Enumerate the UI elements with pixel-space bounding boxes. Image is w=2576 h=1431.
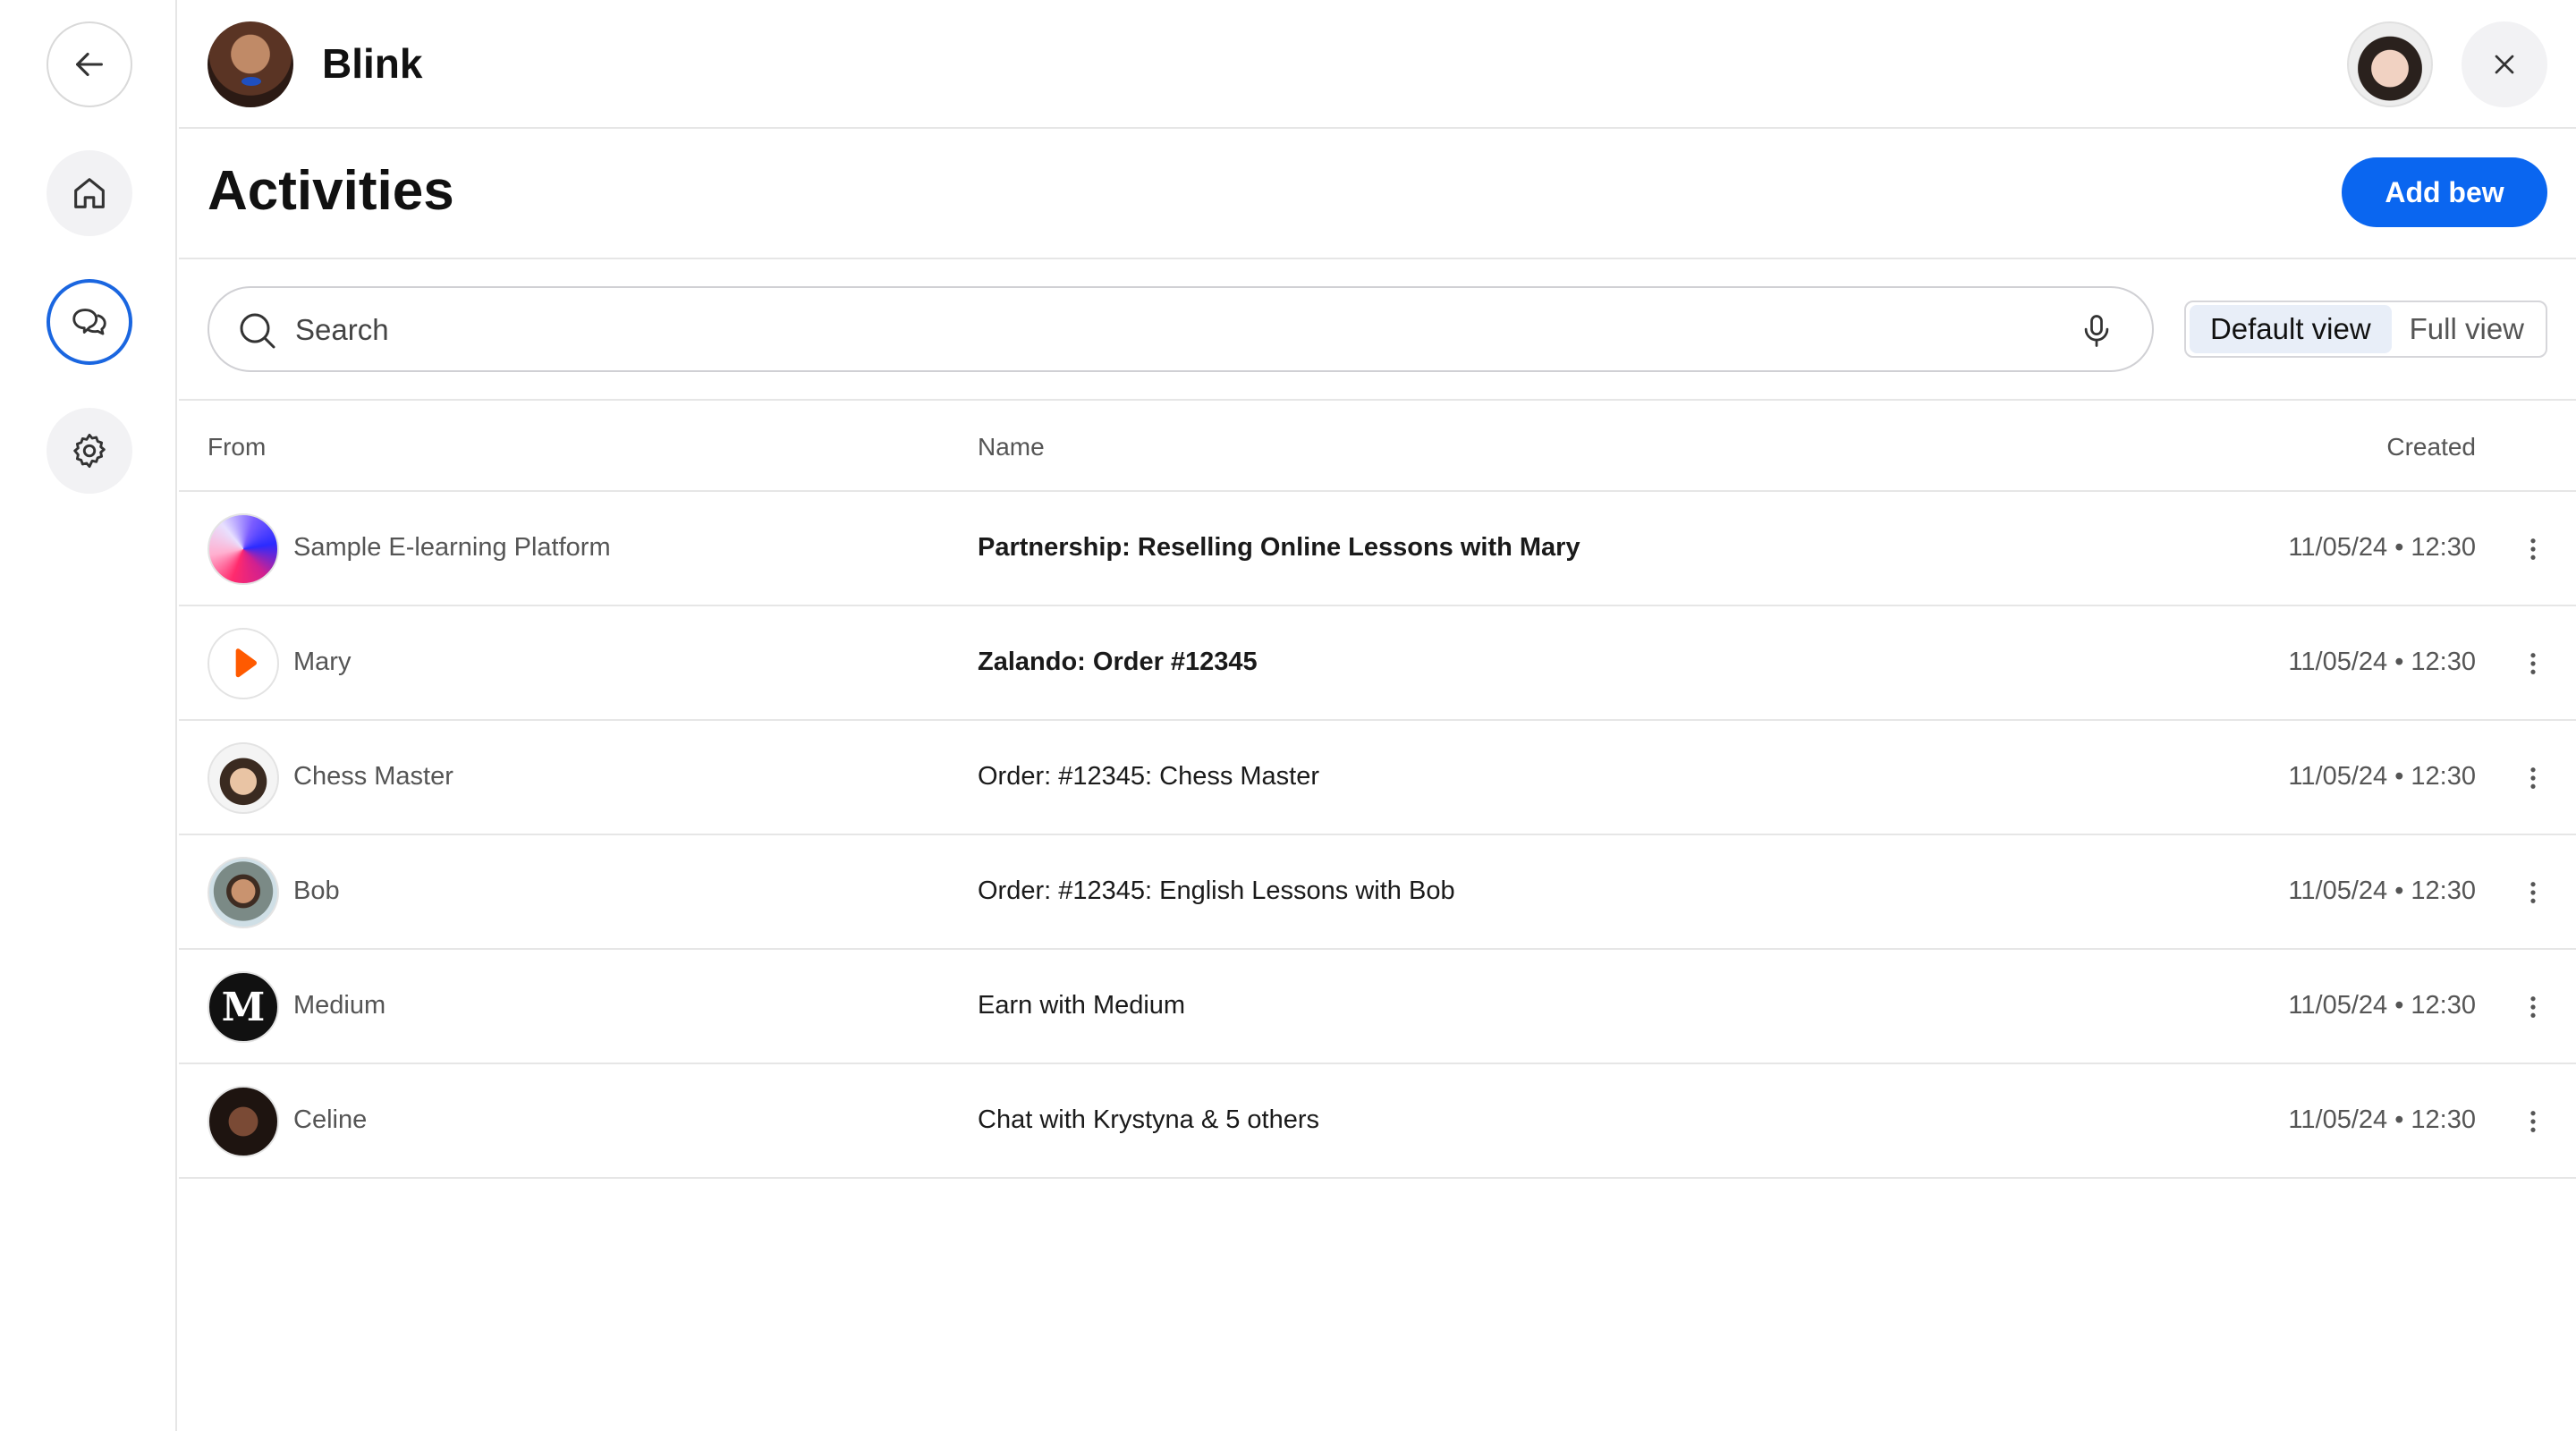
row-menu-button[interactable]	[2515, 871, 2551, 914]
table-row[interactable]: Celine Chat with Krystyna & 5 others 11/…	[179, 1064, 2576, 1179]
row-created: 11/05/24 • 12:30	[2288, 1105, 2476, 1134]
row-from: Sample E-learning Platform	[293, 533, 611, 562]
row-name: Earn with Medium	[978, 991, 1186, 1020]
avatar	[208, 513, 279, 585]
avatar	[208, 628, 279, 699]
table-row[interactable]: M Medium Earn with Medium 11/05/24 • 12:…	[179, 950, 2576, 1064]
view-toggle: Default view Full view	[2184, 301, 2547, 358]
search-icon	[240, 313, 275, 349]
kebab-menu-icon	[2530, 653, 2536, 674]
kebab-menu-icon	[2530, 882, 2536, 903]
row-name: Chat with Krystyna & 5 others	[978, 1105, 1319, 1134]
row-name: Zalando: Order #12345	[978, 648, 1258, 676]
home-button[interactable]	[47, 150, 132, 236]
activities-button[interactable]	[47, 279, 132, 365]
row-from: Mary	[293, 648, 352, 676]
play-logo-icon	[235, 648, 257, 678]
gear-icon	[73, 433, 106, 469]
column-header-from[interactable]: From	[208, 433, 266, 461]
row-menu-button[interactable]	[2515, 528, 2551, 571]
row-menu-button[interactable]	[2515, 642, 2551, 685]
row-created: 11/05/24 • 12:30	[2288, 533, 2476, 562]
row-menu-button[interactable]	[2515, 986, 2551, 1029]
avatar	[208, 1086, 279, 1157]
close-icon	[2495, 55, 2514, 74]
row-from: Bob	[293, 876, 340, 905]
settings-button[interactable]	[47, 408, 132, 494]
row-menu-button[interactable]	[2515, 1100, 2551, 1143]
table-row[interactable]: Sample E-learning Platform Partnership: …	[179, 492, 2576, 606]
table-row[interactable]: Chess Master Order: #12345: Chess Master…	[179, 721, 2576, 835]
add-new-button[interactable]: Add bew	[2342, 157, 2547, 227]
avatar	[208, 742, 279, 814]
table-header: From Name Created	[179, 401, 2576, 492]
close-button[interactable]	[2462, 21, 2547, 107]
row-created: 11/05/24 • 12:30	[2288, 991, 2476, 1020]
default-view-option[interactable]: Default view	[2190, 305, 2392, 353]
row-menu-button[interactable]	[2515, 757, 2551, 800]
medium-logo-icon: M	[221, 984, 266, 1030]
search-toolbar: Default view Full view	[179, 259, 2576, 401]
arrow-left-icon	[76, 52, 103, 77]
kebab-menu-icon	[2530, 996, 2536, 1018]
row-from: Celine	[293, 1105, 368, 1134]
kebab-menu-icon	[2530, 767, 2536, 789]
activities-table: From Name Created Sample E-learning Plat…	[179, 401, 2576, 1179]
back-button[interactable]	[47, 21, 132, 107]
app-window: Blink Activities Add bew Default view Fu…	[0, 0, 2576, 1431]
row-created: 11/05/24 • 12:30	[2288, 648, 2476, 676]
home-icon	[74, 178, 105, 208]
table-row[interactable]: Bob Order: #12345: English Lessons with …	[179, 835, 2576, 950]
kebab-menu-icon	[2530, 1111, 2536, 1132]
row-from: Medium	[293, 991, 386, 1020]
row-created: 11/05/24 • 12:30	[2288, 876, 2476, 905]
avatar: M	[208, 971, 279, 1043]
row-from: Chess Master	[293, 762, 453, 791]
row-name: Order: #12345: Chess Master	[978, 762, 1320, 791]
chat-bubbles-icon	[72, 309, 106, 335]
full-view-option[interactable]: Full view	[2392, 305, 2542, 353]
brand-avatar	[208, 21, 293, 107]
search-input[interactable]	[295, 304, 1995, 356]
microphone-icon[interactable]	[2077, 311, 2116, 351]
brand-name: Blink	[322, 40, 423, 87]
side-rail	[0, 0, 177, 1431]
page-title: Activities	[208, 160, 454, 222]
page-title-bar: Activities Add bew	[179, 129, 2576, 259]
search-box[interactable]	[208, 286, 2154, 372]
app-header: Blink	[179, 0, 2576, 129]
user-avatar[interactable]	[2347, 21, 2433, 107]
row-name: Partnership: Reselling Online Lessons wi…	[978, 533, 1580, 562]
kebab-menu-icon	[2530, 538, 2536, 560]
row-created: 11/05/24 • 12:30	[2288, 762, 2476, 791]
column-header-name[interactable]: Name	[978, 433, 1045, 461]
column-header-created[interactable]: Created	[2386, 433, 2476, 461]
table-row[interactable]: Mary Zalando: Order #12345 11/05/24 • 12…	[179, 606, 2576, 721]
row-name: Order: #12345: English Lessons with Bob	[978, 876, 1455, 905]
avatar	[208, 857, 279, 928]
